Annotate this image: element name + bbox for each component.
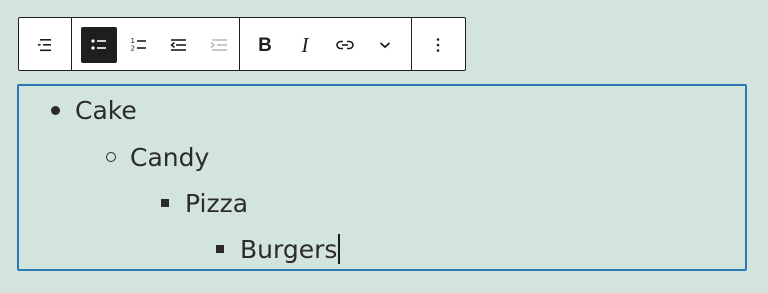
link-icon[interactable] xyxy=(327,27,363,63)
list-item[interactable]: Pizza xyxy=(161,183,248,223)
list-block-editor[interactable]: Cake Candy Pizza Burgers xyxy=(17,84,747,271)
text-cursor xyxy=(338,234,340,264)
list-item[interactable]: Cake xyxy=(51,90,137,130)
bullet-circle-icon xyxy=(106,152,116,162)
svg-text:2: 2 xyxy=(131,45,135,53)
list-item-text: Candy xyxy=(130,142,210,172)
list-item-text: Cake xyxy=(75,95,137,125)
list-item[interactable]: Burgers xyxy=(216,229,340,269)
toolbar-separator xyxy=(71,18,72,70)
list-block-icon[interactable] xyxy=(27,27,63,63)
bold-button[interactable]: B xyxy=(247,27,283,63)
more-options-icon[interactable] xyxy=(420,27,456,63)
ordered-list-icon[interactable]: 1 2 xyxy=(121,27,157,63)
bold-label: B xyxy=(258,34,272,56)
bullet-square-icon xyxy=(161,199,169,207)
bullet-disc-icon xyxy=(51,105,60,115)
bullet-square-icon xyxy=(216,245,224,253)
toolbar-separator xyxy=(411,18,412,70)
list-item[interactable]: Candy xyxy=(106,137,209,177)
toolbar-separator xyxy=(239,18,240,70)
unordered-list-icon[interactable] xyxy=(81,27,117,63)
list-item-text: Pizza xyxy=(185,188,249,218)
indent-icon[interactable] xyxy=(201,27,237,63)
italic-button[interactable]: I xyxy=(287,27,323,63)
outdent-icon[interactable] xyxy=(161,27,197,63)
list-item-text: Burgers xyxy=(240,234,338,264)
block-toolbar: 1 2 B I xyxy=(18,17,466,71)
italic-label: I xyxy=(301,32,309,57)
chevron-down-icon[interactable] xyxy=(367,27,403,63)
